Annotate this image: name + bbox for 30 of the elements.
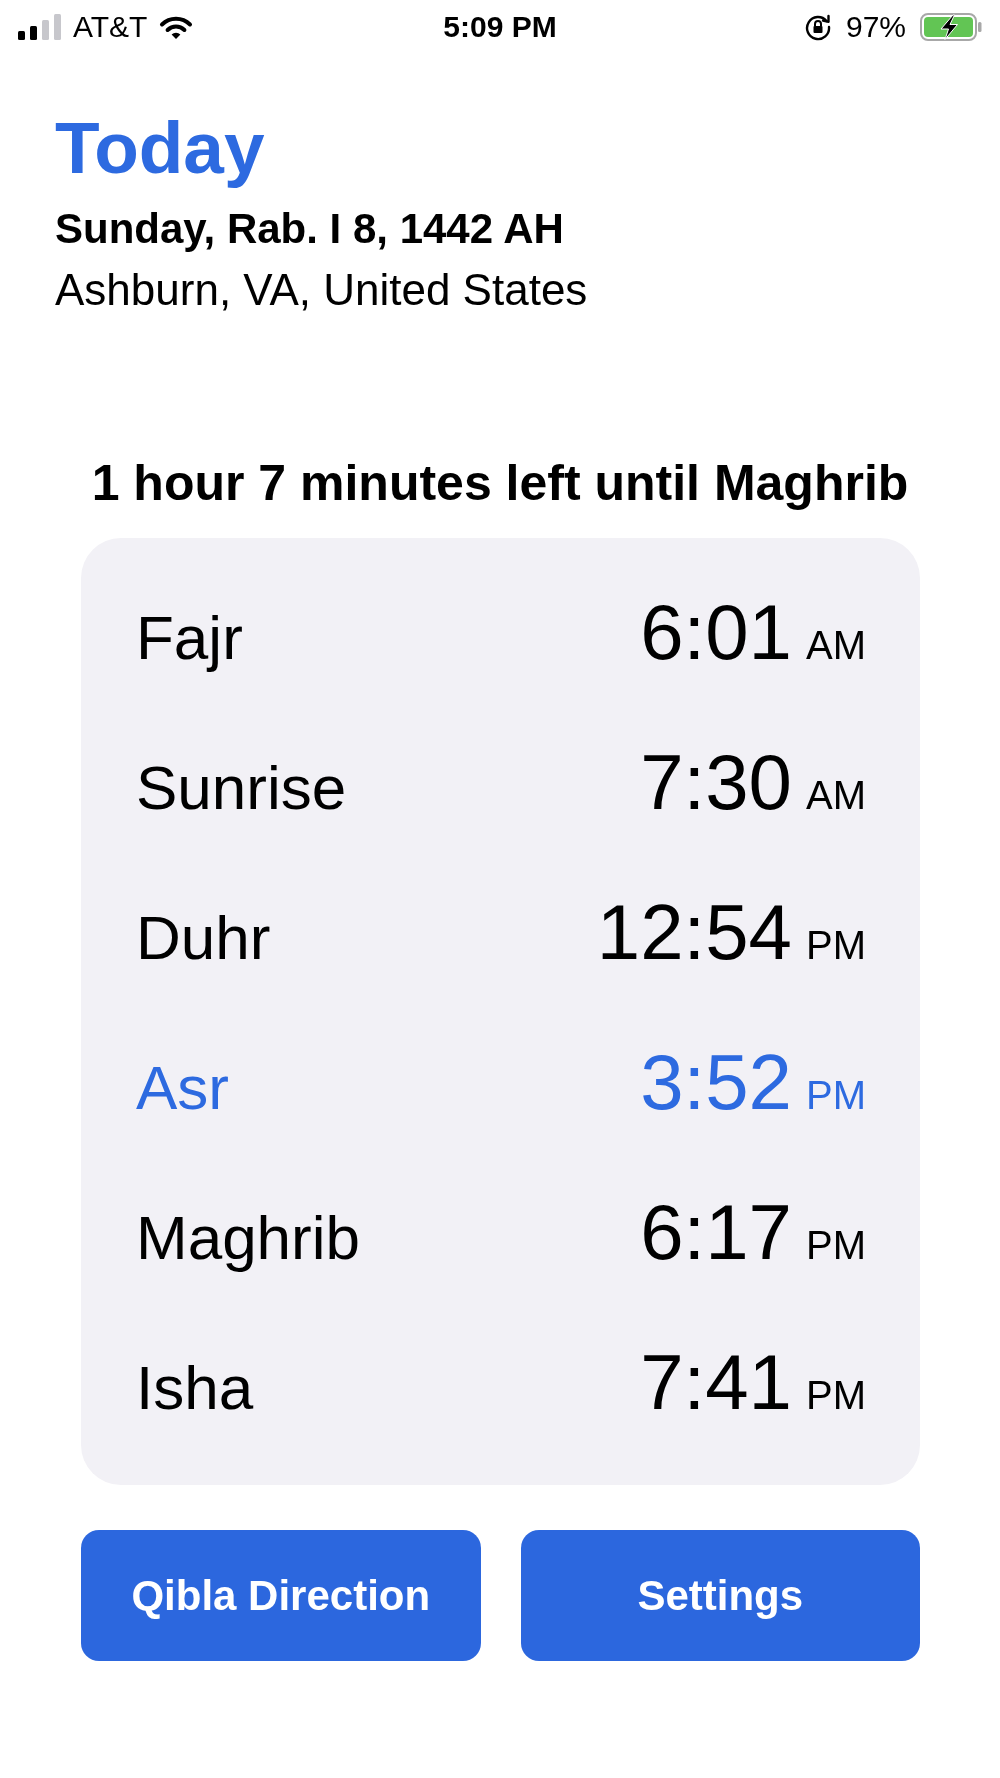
prayer-name: Isha bbox=[136, 1357, 254, 1420]
time-period: AM bbox=[806, 775, 866, 816]
prayer-time: 12:54 bbox=[596, 893, 792, 972]
time-period: PM bbox=[806, 1375, 866, 1416]
battery-charging-icon bbox=[920, 13, 982, 41]
prayer-name: Asr bbox=[136, 1057, 229, 1120]
prayer-name: Maghrib bbox=[136, 1207, 360, 1270]
prayer-name: Duhr bbox=[136, 907, 271, 970]
prayer-time: 7:30 bbox=[640, 743, 792, 822]
countdown-text: 1 hour 7 minutes left until Maghrib bbox=[91, 454, 909, 514]
time-period: PM bbox=[806, 1075, 866, 1116]
prayer-time: 3:52 bbox=[640, 1043, 792, 1122]
wifi-icon bbox=[159, 14, 194, 40]
prayer-time: 6:17 bbox=[640, 1193, 792, 1272]
prayer-time: 7:41 bbox=[640, 1343, 792, 1422]
prayer-name: Sunrise bbox=[136, 757, 347, 820]
prayer-time: 6:01 bbox=[640, 593, 792, 672]
prayer-name: Fajr bbox=[136, 607, 243, 670]
time-period: AM bbox=[806, 625, 866, 666]
qibla-direction-button[interactable]: Qibla Direction bbox=[81, 1530, 481, 1662]
clock-time: 5:09 PM bbox=[443, 12, 557, 42]
battery-percentage: 97% bbox=[845, 12, 906, 42]
hijri-date: Sunday, Rab. I 8, 1442 AH bbox=[55, 204, 564, 254]
rotation-lock-icon bbox=[803, 13, 832, 41]
carrier-name: AT&T bbox=[73, 12, 148, 42]
signal-icon bbox=[18, 14, 61, 40]
location-label: Ashburn, VA, United States bbox=[55, 264, 588, 317]
time-period: PM bbox=[806, 1225, 866, 1266]
time-period: PM bbox=[806, 925, 866, 966]
settings-button[interactable]: Settings bbox=[520, 1530, 920, 1662]
